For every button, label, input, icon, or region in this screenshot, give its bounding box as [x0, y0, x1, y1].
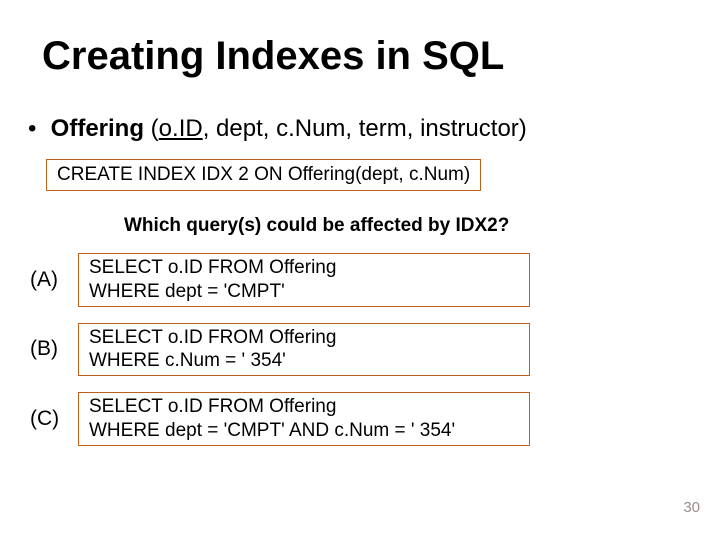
create-index-statement: CREATE INDEX IDX 2 ON Offering(dept, c.N…	[46, 159, 481, 191]
bullet-icon: •	[28, 115, 44, 143]
question-text: Which query(s) could be affected by IDX2…	[124, 215, 692, 237]
option-b-box: SELECT o.ID FROM Offering WHERE c.Num = …	[78, 323, 530, 377]
option-b-line2: WHERE c.Num = ' 354'	[89, 349, 519, 373]
option-c-label: (C)	[28, 407, 78, 431]
option-a-row: (A) SELECT o.ID FROM Offering WHERE dept…	[28, 253, 692, 307]
option-c-line1: SELECT o.ID FROM Offering	[89, 395, 519, 419]
option-c-line2: WHERE dept = 'CMPT' AND c.Num = ' 354'	[89, 419, 519, 443]
schema-rest: , dept, c.Num, term, instructor)	[203, 115, 527, 142]
option-a-line1: SELECT o.ID FROM Offering	[89, 256, 519, 280]
schema-line: • Offering (o.ID, dept, c.Num, term, ins…	[28, 115, 692, 143]
slide-title: Creating Indexes in SQL	[42, 34, 692, 79]
paren-open: (	[144, 115, 159, 142]
option-b-line1: SELECT o.ID FROM Offering	[89, 326, 519, 350]
option-a-line2: WHERE dept = 'CMPT'	[89, 280, 519, 304]
page-number: 30	[683, 499, 700, 516]
option-a-box: SELECT o.ID FROM Offering WHERE dept = '…	[78, 253, 530, 307]
option-b-row: (B) SELECT o.ID FROM Offering WHERE c.Nu…	[28, 323, 692, 377]
primary-key: o.ID	[159, 115, 203, 142]
option-b-label: (B)	[28, 337, 78, 361]
option-a-label: (A)	[28, 268, 78, 292]
slide: Creating Indexes in SQL • Offering (o.ID…	[0, 0, 720, 540]
option-c-box: SELECT o.ID FROM Offering WHERE dept = '…	[78, 392, 530, 446]
option-c-row: (C) SELECT o.ID FROM Offering WHERE dept…	[28, 392, 692, 446]
table-name: Offering	[51, 115, 144, 142]
